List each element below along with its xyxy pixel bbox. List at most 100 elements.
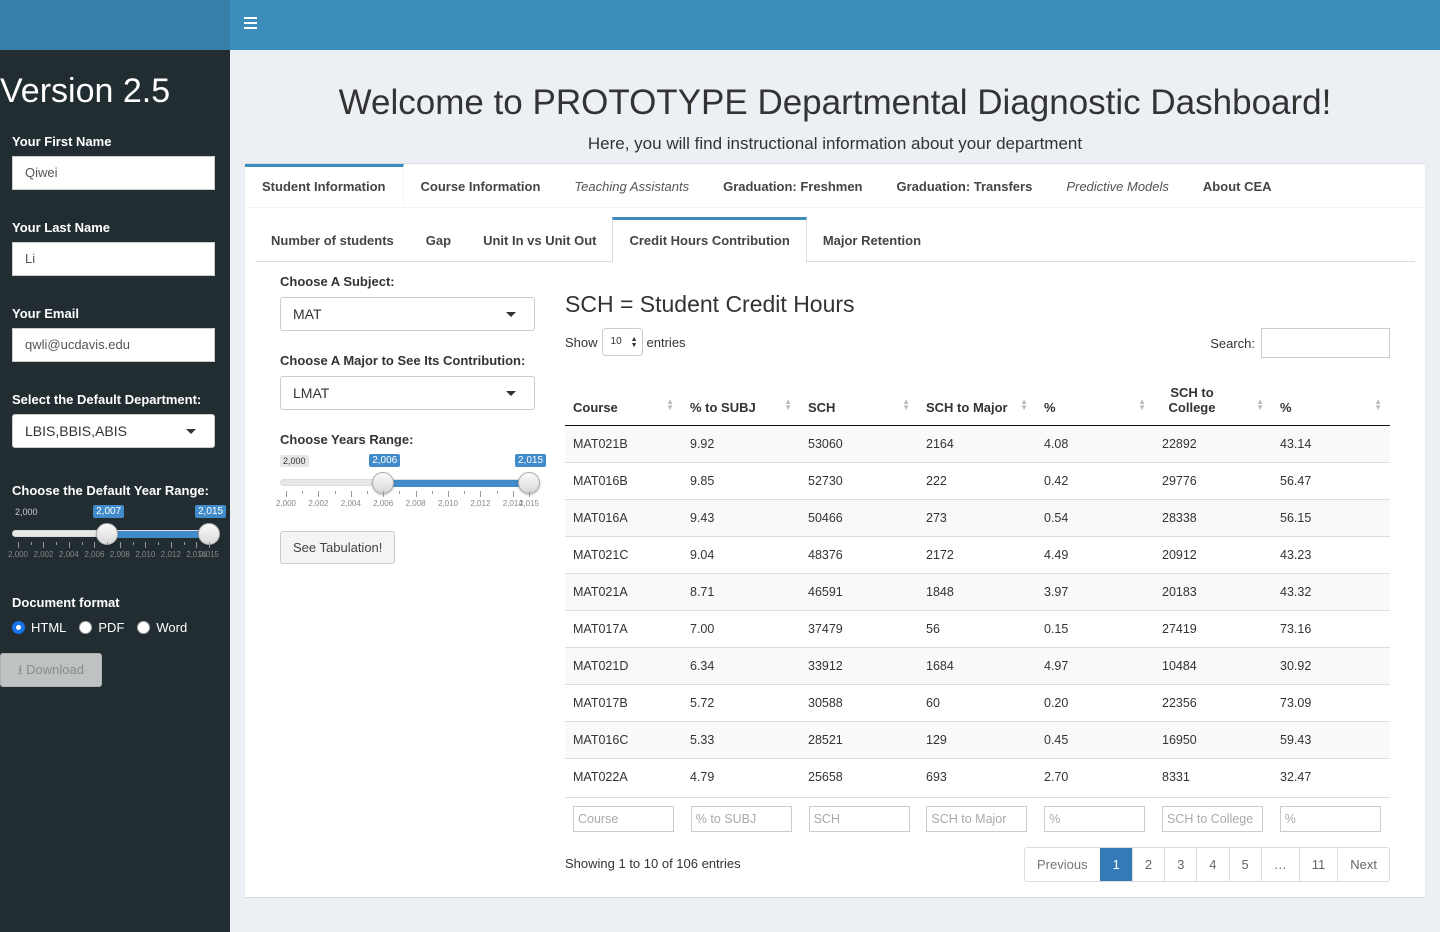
last-name-input[interactable]: Li	[12, 242, 215, 276]
subtab-unit-in-vs-unit-out[interactable]: Unit In vs Unit Out	[467, 217, 612, 262]
sort-icon[interactable]: ▲ ▼	[902, 397, 910, 411]
table-row[interactable]: MAT022A 4.79 25658 693 2.70 8331 32.47	[565, 757, 1390, 795]
slider-tick-label: 2,000	[7, 550, 29, 559]
email-label: Your Email	[12, 306, 79, 321]
tab-student-information[interactable]: Student Information	[245, 164, 404, 208]
column-filter-input[interactable]: SCH to Major	[926, 806, 1028, 832]
table-row[interactable]: MAT021B 9.92 53060 2164 4.08 22892 43.14	[565, 425, 1390, 462]
table-cell: 16950	[1154, 720, 1272, 758]
subject-select[interactable]: MAT	[280, 297, 535, 331]
page-button[interactable]: 5	[1228, 848, 1261, 881]
slider-tick	[431, 491, 433, 494]
tab-course-information[interactable]: Course Information	[404, 164, 558, 208]
column-filter-input[interactable]: SCH to College	[1162, 806, 1263, 832]
tab-graduation-transfers[interactable]: Graduation: Transfers	[880, 164, 1050, 208]
entries-value: 10	[610, 336, 622, 347]
email-input[interactable]: qwli@ucdavis.edu	[12, 328, 215, 362]
subtab-major-retention[interactable]: Major Retention	[807, 217, 937, 262]
radio-button[interactable]	[137, 621, 151, 634]
main-tabs: Student Information Course Information T…	[245, 164, 1425, 208]
entries-select[interactable]: 10 ▲ ▼	[601, 328, 643, 356]
slider-tick	[512, 491, 514, 497]
years-range-slider[interactable]: 2,000 2,006 2,015 2,000 2,002 2,004 2,006 2,…	[276, 454, 547, 515]
slider-min-label: 2,000	[280, 455, 309, 467]
download-button[interactable]: ⭳ Download	[0, 653, 102, 687]
table-row[interactable]: MAT016A 9.43 50466 273 0.54 28338 56.15	[565, 498, 1390, 536]
tab-about-cea[interactable]: About CEA	[1186, 164, 1289, 208]
subtab-gap[interactable]: Gap	[410, 217, 467, 262]
table-row[interactable]: MAT021A 8.71 46591 1848 3.97 20183 43.32	[565, 572, 1390, 610]
page-button[interactable]: 3	[1164, 848, 1196, 881]
tab-graduation-freshmen[interactable]: Graduation: Freshmen	[706, 164, 879, 208]
radio-html[interactable]: HTML	[12, 620, 66, 635]
column-filter-input[interactable]: %	[1279, 806, 1381, 832]
slider-tick-label: 2,008	[405, 499, 426, 508]
show-label: Show	[565, 334, 598, 350]
table-row[interactable]: MAT017B 5.72 30588 60 0.20 22356 73.09	[565, 683, 1390, 721]
table-cell: 0.15	[1036, 609, 1154, 647]
radio-word[interactable]: Word	[137, 620, 187, 635]
sort-icon[interactable]: ▲ ▼	[1256, 397, 1264, 411]
slider-tick	[132, 542, 134, 545]
page-button[interactable]: 2	[1131, 848, 1164, 881]
table-cell: 56.15	[1272, 498, 1390, 536]
column-filter-input[interactable]: SCH	[808, 806, 910, 832]
table-row[interactable]: MAT021D 6.34 33912 1684 4.97 10484 30.92	[565, 646, 1390, 684]
table-row[interactable]: MAT021C 9.04 48376 2172 4.49 20912 43.23	[565, 535, 1390, 573]
tab-predictive-models[interactable]: Predictive Models	[1049, 164, 1186, 208]
page-button[interactable]: 1	[1099, 848, 1132, 881]
default-year-slider[interactable]: 2,000 2,007 2,015 2,000 2,002 2,004 2,006 2,…	[8, 505, 227, 566]
slider-tick	[496, 491, 498, 494]
table-cell: 5.33	[682, 720, 800, 758]
column-filter-input[interactable]: Course	[573, 806, 674, 832]
table-cell: 43.23	[1272, 535, 1390, 573]
slider-tick	[480, 491, 482, 497]
entries-length-control: Show 10 ▲ ▼ entries	[565, 328, 686, 356]
column-header[interactable]: % to SUBJ ▲ ▼	[682, 375, 800, 426]
column-header[interactable]: SCH to College ▲ ▼	[1154, 375, 1272, 426]
slider-tick	[158, 542, 160, 545]
slider-tick	[170, 542, 172, 548]
sort-icon[interactable]: ▲ ▼	[666, 397, 674, 411]
doc-format-radio-group: HTML PDF Word	[12, 620, 200, 635]
radio-button[interactable]	[12, 621, 25, 634]
subtab-credit-hours-contribution[interactable]: Credit Hours Contribution	[612, 217, 807, 263]
radio-button[interactable]	[79, 621, 93, 634]
sort-icon[interactable]: ▲ ▼	[1020, 397, 1028, 411]
next-page-button[interactable]: Next	[1337, 848, 1389, 881]
table-cell: 43.32	[1272, 572, 1390, 610]
column-header[interactable]: Course ▲ ▼	[565, 375, 682, 426]
radio-pdf[interactable]: PDF	[79, 620, 124, 635]
table-row[interactable]: MAT016C 5.33 28521 129 0.45 16950 59.43	[565, 720, 1390, 758]
slider-tick	[119, 542, 121, 548]
table-row[interactable]: MAT016B 9.85 52730 222 0.42 29776 56.47	[565, 461, 1390, 499]
page-subtitle: Here, you will find instructional inform…	[587, 134, 1083, 153]
hamburger-icon[interactable]	[244, 17, 257, 29]
table-search: Search:	[1210, 328, 1390, 358]
slider-to-label: 2,015	[195, 505, 227, 518]
slider-tick-label: 2,006	[84, 550, 105, 559]
version-label: Version 2.5	[0, 72, 171, 110]
previous-page-button[interactable]: Previous	[1025, 848, 1100, 881]
table-row[interactable]: MAT017A 7.00 37479 56 0.15 27419 73.16	[565, 609, 1390, 647]
tab-teaching-assistants[interactable]: Teaching Assistants	[557, 164, 706, 208]
table-cell: 22892	[1154, 425, 1272, 462]
column-header[interactable]: SCH to Major ▲ ▼	[918, 375, 1036, 426]
page-button[interactable]: 11	[1298, 848, 1338, 881]
column-header[interactable]: % ▲ ▼	[1036, 375, 1154, 426]
column-filter-input[interactable]: % to SUBJ	[690, 806, 792, 832]
search-input[interactable]	[1261, 328, 1390, 358]
column-filter-input[interactable]: %	[1044, 806, 1146, 832]
column-header[interactable]: % ▲ ▼	[1272, 375, 1390, 426]
major-select[interactable]: LMAT	[280, 376, 535, 410]
table-cell: 30588	[800, 683, 918, 721]
sort-icon[interactable]: ▲ ▼	[784, 397, 792, 411]
first-name-input[interactable]: Qiwei	[12, 156, 215, 190]
column-header[interactable]: SCH ▲ ▼	[800, 375, 918, 426]
department-select[interactable]: LBIS,BBIS,ABIS	[12, 414, 215, 448]
page-button[interactable]: 4	[1196, 848, 1228, 881]
sort-icon[interactable]: ▲ ▼	[1138, 397, 1146, 411]
see-tabulation-button[interactable]: See Tabulation!	[280, 531, 396, 564]
subtab-number-of-students[interactable]: Number of students	[255, 217, 410, 262]
sort-icon[interactable]: ▲ ▼	[1374, 397, 1382, 411]
